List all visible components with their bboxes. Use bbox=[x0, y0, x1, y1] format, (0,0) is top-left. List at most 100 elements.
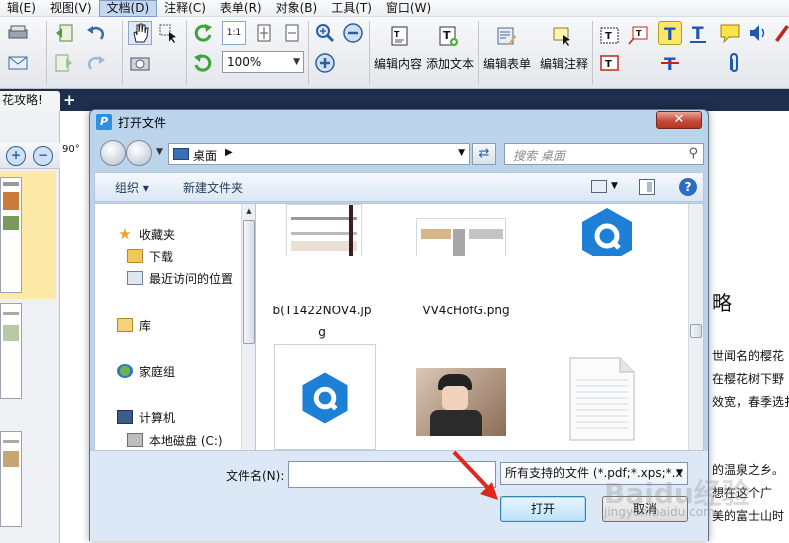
file-list-pane[interactable]: b(T1422NOV4.jp g VV4cHofG.png bbox=[255, 203, 704, 451]
scanner-icon[interactable] bbox=[6, 21, 30, 45]
rotate-90-label[interactable]: 90° bbox=[62, 144, 80, 155]
nav-local-disk[interactable]: 本地磁盘 (C:) bbox=[127, 430, 223, 450]
actual-size-icon[interactable]: 1:1 bbox=[222, 21, 246, 45]
library-icon bbox=[117, 318, 133, 332]
back-button[interactable] bbox=[100, 140, 126, 166]
add-text-icon[interactable]: T bbox=[434, 21, 462, 51]
edit-annotation-icon[interactable] bbox=[548, 21, 576, 51]
scroll-thumb[interactable] bbox=[690, 324, 702, 338]
add-text-label[interactable]: 添加文本 bbox=[426, 55, 474, 72]
nav-item-label: 家庭组 bbox=[139, 364, 176, 379]
previous-view-icon[interactable] bbox=[52, 21, 76, 45]
address-bar[interactable]: 桌面 ▶ ▼ bbox=[168, 143, 470, 165]
highlight-text-icon[interactable]: T bbox=[658, 21, 682, 45]
edit-form-icon[interactable] bbox=[492, 21, 520, 51]
new-folder-button[interactable]: 新建文件夹 bbox=[183, 179, 243, 196]
menu-window[interactable]: 窗口(W) bbox=[379, 0, 438, 17]
text-box-icon[interactable]: T bbox=[598, 51, 622, 75]
zoom-in-icon[interactable] bbox=[313, 51, 337, 75]
close-button[interactable]: ✕ bbox=[656, 111, 702, 129]
scroll-up-icon[interactable]: ▲ bbox=[242, 204, 256, 218]
file-tile-selected[interactable] bbox=[274, 344, 376, 450]
text-document-icon[interactable] bbox=[566, 356, 636, 442]
menu-view[interactable]: 视图(V) bbox=[43, 0, 99, 17]
nav-libraries[interactable]: 库 bbox=[117, 315, 151, 335]
thumbnail-toolbar: + − bbox=[0, 143, 60, 169]
next-view-icon[interactable] bbox=[52, 51, 76, 75]
fit-width-icon[interactable] bbox=[280, 21, 304, 45]
rotate-left-icon[interactable] bbox=[191, 21, 215, 45]
edit-content-icon[interactable]: T bbox=[386, 21, 414, 51]
select-text-icon[interactable] bbox=[156, 21, 180, 45]
thumbnail-zoom-out-icon[interactable]: − bbox=[33, 146, 53, 166]
chevron-right-icon[interactable]: ▶ bbox=[225, 147, 233, 158]
rotate-right-icon[interactable] bbox=[191, 51, 215, 75]
pencil-icon[interactable] bbox=[772, 21, 789, 43]
main-toolbar: 1:1 100% ▼ T 编辑内容 T 添加文本 编辑表单 编辑注释 T T T… bbox=[0, 17, 789, 89]
zoom-out-icon[interactable] bbox=[341, 21, 365, 45]
nav-item-label: 收藏夹 bbox=[139, 227, 176, 242]
edit-annotation-label[interactable]: 编辑注释 bbox=[540, 55, 588, 72]
nav-homegroup[interactable]: 家庭组 bbox=[117, 361, 175, 381]
snapshot-icon[interactable] bbox=[128, 51, 152, 75]
hand-tool-icon[interactable] bbox=[128, 21, 152, 45]
svg-text:T: T bbox=[636, 29, 642, 38]
recent-locations-chevron-icon[interactable]: ▼ bbox=[156, 147, 163, 157]
redo-icon[interactable] bbox=[84, 51, 108, 75]
attachment-icon[interactable] bbox=[722, 51, 746, 75]
preview-pane-icon[interactable] bbox=[639, 179, 655, 195]
zoom-level-select[interactable]: 100% ▼ bbox=[222, 51, 304, 73]
page-thumbnail-1[interactable] bbox=[0, 177, 22, 293]
email-icon[interactable] bbox=[6, 51, 30, 75]
navigation-scrollbar[interactable]: ▲ bbox=[241, 204, 256, 450]
nav-computer[interactable]: 计算机 bbox=[117, 407, 175, 427]
open-button[interactable]: 打开 bbox=[500, 496, 586, 522]
search-input[interactable]: 搜索 桌面 ⚲ bbox=[504, 143, 704, 165]
menu-comment[interactable]: 注释(C) bbox=[157, 0, 213, 17]
menu-edit[interactable]: 辑(E) bbox=[0, 0, 43, 17]
nav-item-label: 库 bbox=[139, 318, 152, 333]
new-tab-button[interactable]: + bbox=[63, 91, 76, 109]
page-thumbnail-2[interactable] bbox=[0, 303, 22, 399]
file-list-scrollbar[interactable] bbox=[688, 204, 703, 450]
callout-text-icon[interactable]: T bbox=[626, 23, 650, 47]
nav-favorites[interactable]: ★ 收藏夹 bbox=[117, 224, 175, 244]
file-name-line-2[interactable]: g bbox=[270, 325, 374, 339]
chevron-down-icon[interactable]: ▼ bbox=[611, 181, 618, 191]
change-view-icon[interactable] bbox=[591, 180, 607, 193]
photo-thumbnail[interactable] bbox=[416, 368, 506, 436]
menu-object[interactable]: 对象(B) bbox=[269, 0, 325, 17]
nav-downloads[interactable]: 下载 bbox=[127, 246, 173, 266]
menu-tools[interactable]: 工具(T) bbox=[324, 0, 379, 17]
disk-icon bbox=[127, 433, 143, 447]
typewriter-icon[interactable]: T bbox=[598, 23, 622, 47]
edit-form-label[interactable]: 编辑表单 bbox=[483, 55, 531, 72]
document-tab[interactable]: 花攻略! bbox=[0, 91, 60, 111]
help-icon[interactable]: ? bbox=[679, 178, 697, 196]
recent-places-icon bbox=[127, 271, 143, 285]
svg-text:T: T bbox=[664, 25, 676, 44]
sound-icon[interactable] bbox=[746, 21, 770, 45]
dialog-titlebar[interactable]: P 打开文件 ✕ bbox=[90, 110, 708, 134]
chevron-down-icon[interactable]: ▼ bbox=[458, 148, 465, 158]
svg-text:T: T bbox=[605, 31, 612, 42]
scroll-thumb[interactable] bbox=[243, 220, 255, 344]
note-comment-icon[interactable] bbox=[718, 21, 742, 45]
refresh-button[interactable]: ⇄ bbox=[472, 143, 496, 165]
undo-icon[interactable] bbox=[84, 21, 108, 45]
zoom-in-magnifier-icon[interactable] bbox=[313, 21, 337, 45]
menu-document[interactable]: 文档(D) bbox=[98, 0, 158, 17]
page-thumbnail-3[interactable] bbox=[0, 431, 22, 527]
thumbnail-zoom-in-icon[interactable]: + bbox=[6, 146, 26, 166]
nav-recent-places[interactable]: 最近访问的位置 bbox=[127, 268, 233, 288]
fit-page-icon[interactable] bbox=[252, 21, 276, 45]
watermark-url: jingyan.baidu.com bbox=[604, 505, 715, 519]
document-line: 效宽，春季选扌 bbox=[712, 395, 789, 409]
document-line: 在樱花树下野 bbox=[712, 372, 785, 386]
organize-button[interactable]: 组织 ▾ bbox=[115, 179, 149, 196]
strikeout-text-icon[interactable]: T bbox=[658, 51, 682, 75]
menu-form[interactable]: 表单(R) bbox=[213, 0, 269, 17]
underline-text-icon[interactable]: T bbox=[686, 21, 710, 45]
edit-content-label[interactable]: 编辑内容 bbox=[374, 55, 422, 72]
forward-button[interactable] bbox=[126, 140, 152, 166]
